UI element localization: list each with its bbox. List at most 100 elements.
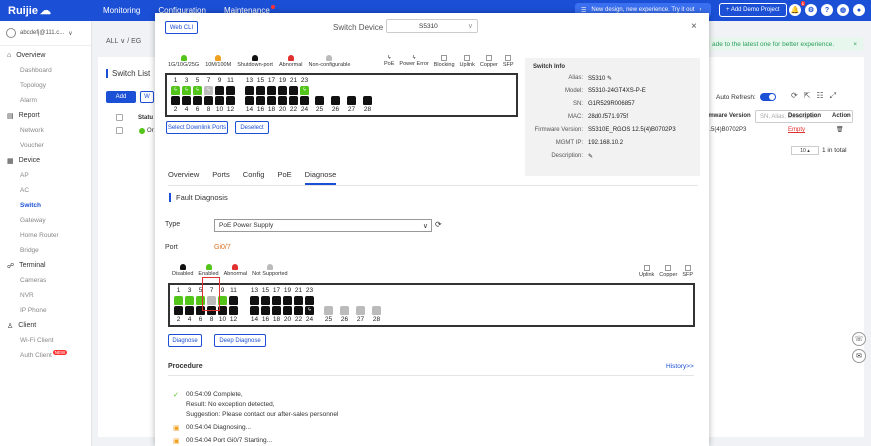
diagnose-port[interactable] bbox=[283, 296, 292, 305]
columns-icon[interactable]: ☷ bbox=[816, 91, 823, 101]
switch-port[interactable] bbox=[256, 86, 265, 95]
sidebar-item-topology[interactable]: Topology bbox=[0, 78, 91, 93]
diagnose-port[interactable] bbox=[272, 296, 281, 305]
switch-port[interactable] bbox=[256, 96, 265, 105]
secondary-button[interactable]: W bbox=[140, 91, 154, 103]
select-all-checkbox[interactable] bbox=[116, 114, 123, 121]
sfp-port[interactable] bbox=[315, 96, 324, 105]
diagnose-port[interactable] bbox=[185, 306, 194, 315]
deselect-button[interactable]: Deselect bbox=[235, 121, 269, 134]
switch-port[interactable] bbox=[289, 96, 298, 105]
sidebar-item-device[interactable]: ▦ Device bbox=[0, 153, 91, 168]
switch-port[interactable] bbox=[267, 96, 276, 105]
sidebar-item-switch[interactable]: Switch bbox=[0, 198, 91, 213]
sfp-port[interactable] bbox=[331, 96, 340, 105]
auto-refresh-toggle[interactable] bbox=[759, 93, 776, 101]
sidebar-item-ip-phone[interactable]: IP Phone bbox=[0, 303, 91, 318]
switch-port[interactable]: ϟ bbox=[171, 86, 180, 95]
switch-port[interactable]: ϟ bbox=[182, 86, 191, 95]
help-icon[interactable]: ? bbox=[821, 4, 833, 16]
diagnose-port[interactable] bbox=[294, 306, 303, 315]
switch-port[interactable] bbox=[171, 96, 180, 105]
support-icon[interactable]: ✉ bbox=[852, 349, 866, 363]
sidebar-item-ap[interactable]: AP bbox=[0, 168, 91, 183]
edit-icon[interactable]: ✎ bbox=[588, 154, 593, 160]
diagnose-port[interactable] bbox=[294, 296, 303, 305]
diagnose-port[interactable]: ϟ bbox=[305, 306, 314, 315]
breadcrumb[interactable]: ALL ∨ / EG bbox=[106, 37, 141, 45]
sfp-port[interactable] bbox=[340, 306, 349, 315]
sfp-port[interactable] bbox=[356, 306, 365, 315]
close-icon[interactable]: × bbox=[853, 41, 857, 48]
sfp-port[interactable] bbox=[363, 96, 372, 105]
add-demo-project-button[interactable]: + Add Demo Project bbox=[719, 3, 787, 17]
globe-icon[interactable]: ◍ bbox=[837, 4, 849, 16]
diagnose-port[interactable] bbox=[174, 296, 183, 305]
sidebar-item-cameras[interactable]: Cameras bbox=[0, 273, 91, 288]
sidebar-item-terminal[interactable]: ☍ Terminal bbox=[0, 258, 91, 273]
row-description[interactable]: Empty bbox=[788, 127, 818, 133]
sidebar-item-nvr[interactable]: NVR bbox=[0, 288, 91, 303]
switch-port[interactable] bbox=[245, 86, 254, 95]
deep-diagnose-button[interactable]: Deep Diagnose bbox=[214, 334, 266, 347]
history-link[interactable]: History>> bbox=[666, 363, 694, 370]
tab-diagnose[interactable]: Diagnose bbox=[304, 170, 337, 185]
sidebar-item-ac[interactable]: AC bbox=[0, 183, 91, 198]
switch-port[interactable] bbox=[300, 96, 309, 105]
diagnose-port[interactable] bbox=[261, 306, 270, 315]
sidebar-item-alarm[interactable]: Alarm bbox=[0, 93, 91, 108]
diagnose-port[interactable] bbox=[229, 306, 238, 315]
sidebar-item-home-router[interactable]: Home Router bbox=[0, 228, 91, 243]
switch-port[interactable] bbox=[182, 96, 191, 105]
sidebar-item-dashboard[interactable]: Dashboard bbox=[0, 63, 91, 78]
switch-port[interactable] bbox=[226, 86, 235, 95]
web-cli-button[interactable]: Web CLI bbox=[165, 21, 198, 34]
switch-port[interactable]: ϟ bbox=[193, 86, 202, 95]
diagnosis-type-select[interactable]: PoE Power Supply ∨ bbox=[214, 219, 432, 232]
sidebar-item-report[interactable]: ▤ Report bbox=[0, 108, 91, 123]
diagnose-port[interactable] bbox=[229, 296, 238, 305]
diagnose-port[interactable] bbox=[305, 296, 314, 305]
sidebar-item-network[interactable]: Network bbox=[0, 123, 91, 138]
switch-port[interactable] bbox=[215, 86, 224, 95]
tab-ports[interactable]: Ports bbox=[212, 170, 230, 185]
refresh-icon[interactable]: ⟳ bbox=[435, 220, 442, 229]
ruijie-logo[interactable]: Ruijie ☁ bbox=[8, 4, 103, 18]
switch-port[interactable] bbox=[267, 86, 276, 95]
switch-device-select[interactable]: S5310 ∨ bbox=[386, 19, 478, 33]
fullscreen-icon[interactable]: ⤢ bbox=[830, 91, 836, 101]
diagnose-port[interactable] bbox=[250, 306, 259, 315]
switch-port[interactable]: ϟ bbox=[300, 86, 309, 95]
page-size-select[interactable]: 10 ▴ bbox=[791, 146, 819, 155]
diagnose-port[interactable] bbox=[185, 296, 194, 305]
diagnose-port[interactable] bbox=[272, 306, 281, 315]
tab-overview[interactable]: Overview bbox=[168, 170, 199, 185]
switch-port[interactable] bbox=[278, 96, 287, 105]
diagnose-port[interactable] bbox=[250, 296, 259, 305]
account-selector[interactable]: abcdefj@111.c... ∨ bbox=[0, 21, 91, 46]
nav-monitoring[interactable]: Monitoring bbox=[103, 6, 140, 15]
chat-icon[interactable]: ☏ bbox=[852, 332, 866, 346]
tab-config[interactable]: Config bbox=[243, 170, 265, 185]
sidebar-item-gateway[interactable]: Gateway bbox=[0, 213, 91, 228]
switch-port[interactable] bbox=[204, 96, 213, 105]
diagnose-button[interactable]: Diagnose bbox=[168, 334, 202, 347]
edit-icon[interactable]: ✎ bbox=[607, 76, 612, 82]
user-icon[interactable]: ● bbox=[853, 4, 865, 16]
close-icon[interactable]: × bbox=[691, 21, 697, 32]
refresh-icon[interactable]: ⟳ bbox=[791, 91, 798, 101]
switch-port[interactable] bbox=[215, 96, 224, 105]
switch-port[interactable] bbox=[245, 96, 254, 105]
select-downlink-ports-button[interactable]: Select Downlink Ports bbox=[166, 121, 228, 134]
row-checkbox[interactable] bbox=[116, 127, 123, 134]
switch-port[interactable]: ϟ bbox=[204, 86, 213, 95]
switch-port[interactable] bbox=[226, 96, 235, 105]
sfp-port[interactable] bbox=[372, 306, 381, 315]
sidebar-item-voucher[interactable]: Voucher bbox=[0, 138, 91, 153]
bell-icon[interactable]: 🔔 1 bbox=[789, 1, 805, 16]
sidebar-item-bridge[interactable]: Bridge bbox=[0, 243, 91, 258]
add-button[interactable]: Add bbox=[106, 91, 136, 103]
diagnose-port[interactable] bbox=[174, 306, 183, 315]
sidebar-item-auth-client[interactable]: Auth Client NEW bbox=[0, 348, 91, 363]
sfp-port[interactable] bbox=[324, 306, 333, 315]
